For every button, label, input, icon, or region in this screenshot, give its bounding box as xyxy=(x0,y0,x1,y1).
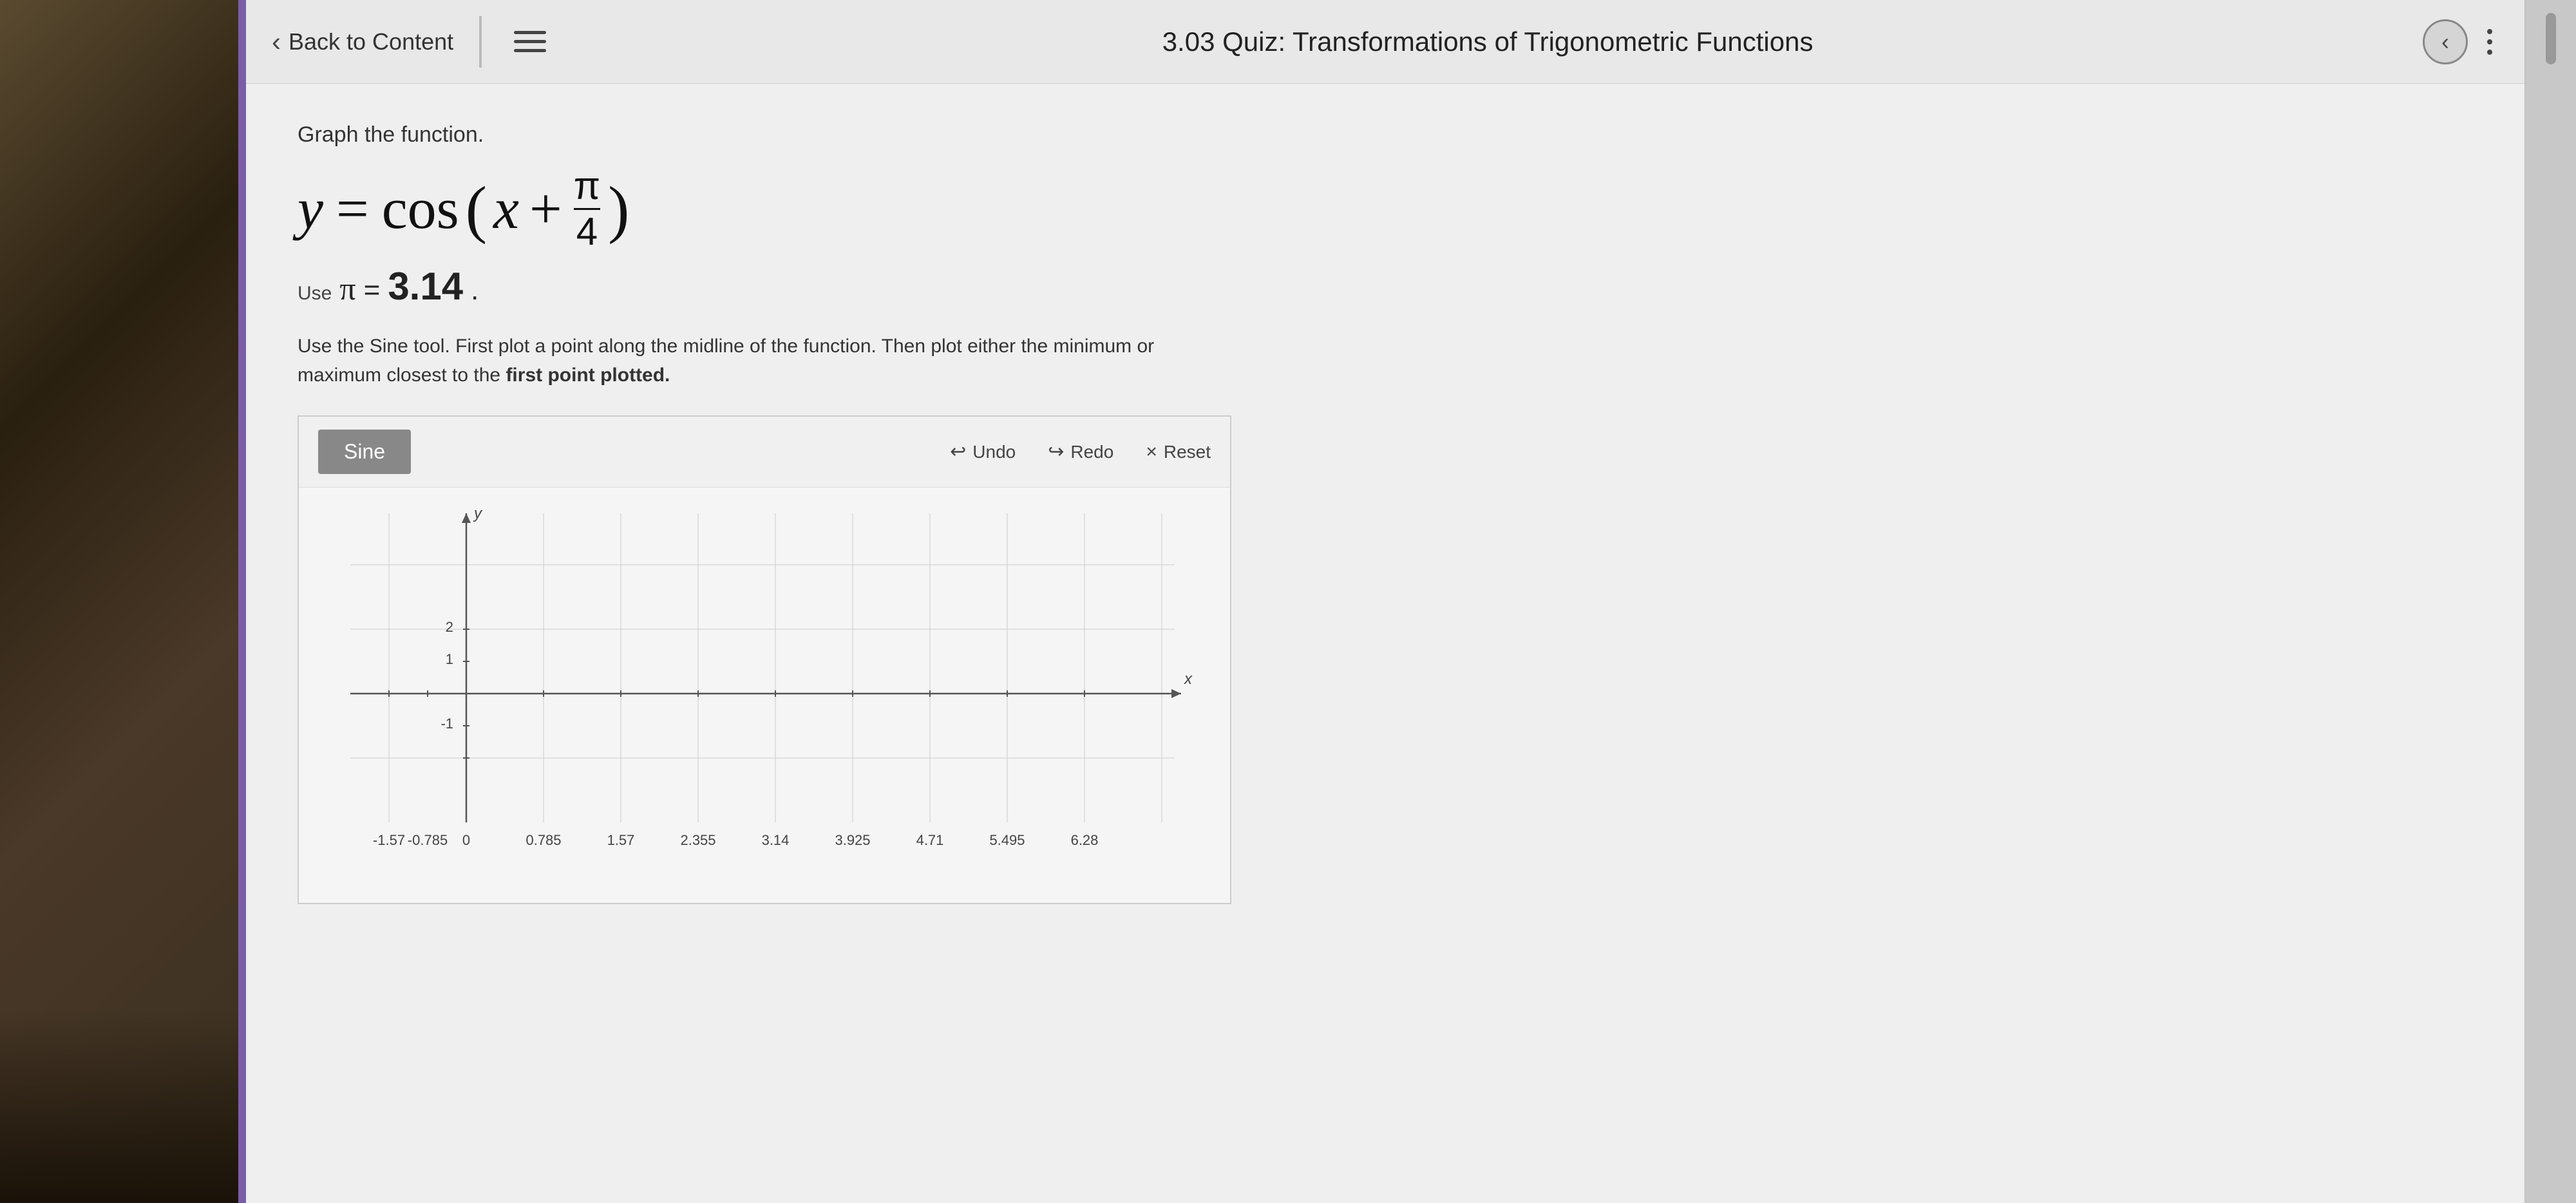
back-to-content-label: Back to Content xyxy=(289,28,453,55)
dot-2 xyxy=(2487,39,2492,44)
back-arrow-icon: ‹ xyxy=(272,26,281,57)
svg-text:2.355: 2.355 xyxy=(680,832,715,848)
hamburger-menu-button[interactable] xyxy=(507,24,553,59)
undo-label: Undo xyxy=(972,442,1016,462)
function-x: x xyxy=(493,175,519,244)
svg-text:3.925: 3.925 xyxy=(835,832,870,848)
reset-icon: × xyxy=(1146,441,1157,463)
reset-button[interactable]: × Reset xyxy=(1146,441,1211,463)
pi-value-line: Use π = 3.14 . xyxy=(298,264,2473,308)
sine-tool-button[interactable]: Sine xyxy=(318,430,411,474)
right-scrollbar-panel xyxy=(2524,0,2576,1203)
pi-period: . xyxy=(471,274,478,307)
more-options-button[interactable] xyxy=(2481,23,2499,61)
plus-sign: + xyxy=(529,175,562,244)
pi-symbol: π xyxy=(339,270,355,307)
nav-left-icon: ‹ xyxy=(2441,28,2449,55)
instructions-bold: first point plotted. xyxy=(506,365,670,386)
dot-3 xyxy=(2487,50,2492,55)
scrollbar-thumb[interactable] xyxy=(2546,13,2556,64)
content-area: Graph the function. y = cos ( x + π 4 ) … xyxy=(246,84,2524,1203)
svg-text:-1: -1 xyxy=(440,715,453,732)
fraction-denominator: 4 xyxy=(576,210,598,251)
svg-text:0: 0 xyxy=(462,832,470,848)
header: ‹ Back to Content 3.03 Quiz: Transformat… xyxy=(246,0,2524,84)
toolbar-actions: ↩ Undo ↪ Redo × Reset xyxy=(950,440,1211,463)
hamburger-line-1 xyxy=(514,31,546,34)
pi-decimal-value: 3.14 xyxy=(388,264,463,308)
open-paren: ( xyxy=(466,171,487,248)
svg-text:x: x xyxy=(1184,670,1193,688)
coordinate-graph[interactable]: -1.57 -0.785 0 0.785 1.57 2.355 3.14 3.9… xyxy=(312,500,1200,874)
nav-right-controls: ‹ xyxy=(2423,19,2499,64)
svg-text:-1.57: -1.57 xyxy=(373,832,405,848)
function-y: y xyxy=(298,175,323,244)
back-to-content-button[interactable]: ‹ Back to Content xyxy=(272,26,453,57)
dot-1 xyxy=(2487,29,2492,34)
svg-text:3.14: 3.14 xyxy=(762,832,790,848)
use-label: Use xyxy=(298,283,332,305)
function-display: y = cos ( x + π 4 ) xyxy=(298,167,2473,251)
svg-text:-0.785: -0.785 xyxy=(408,832,448,848)
question-instruction: Graph the function. xyxy=(298,122,2473,147)
purple-border xyxy=(238,0,246,1203)
pi-fraction: π 4 xyxy=(574,167,600,251)
undo-icon: ↩ xyxy=(950,440,966,463)
svg-text:4.71: 4.71 xyxy=(916,832,944,848)
redo-icon: ↪ xyxy=(1048,440,1064,463)
graph-svg-area[interactable]: -1.57 -0.785 0 0.785 1.57 2.355 3.14 3.9… xyxy=(299,488,1230,903)
svg-text:1.57: 1.57 xyxy=(607,832,635,848)
svg-text:6.28: 6.28 xyxy=(1071,832,1099,848)
svg-text:2: 2 xyxy=(446,619,453,635)
quiz-title: 3.03 Quiz: Transformations of Trigonomet… xyxy=(553,26,2423,57)
left-decorative-panel xyxy=(0,0,238,1203)
graph-instructions: Use the Sine tool. First plot a point al… xyxy=(298,332,1199,390)
equals-pi: = xyxy=(364,274,381,307)
undo-button[interactable]: ↩ Undo xyxy=(950,440,1016,463)
svg-text:y: y xyxy=(473,505,483,522)
svg-text:1: 1 xyxy=(446,651,453,667)
graph-toolbar: Sine ↩ Undo ↪ Redo × Reset xyxy=(299,417,1230,488)
redo-label: Redo xyxy=(1070,442,1113,462)
hamburger-line-3 xyxy=(514,49,546,52)
close-paren: ) xyxy=(608,171,629,248)
header-divider xyxy=(479,16,482,68)
redo-button[interactable]: ↪ Redo xyxy=(1048,440,1113,463)
svg-text:5.495: 5.495 xyxy=(989,832,1025,848)
main-area: ‹ Back to Content 3.03 Quiz: Transformat… xyxy=(246,0,2524,1203)
graph-container: Sine ↩ Undo ↪ Redo × Reset xyxy=(298,415,1231,904)
svg-text:0.785: 0.785 xyxy=(526,832,561,848)
equals-sign: = xyxy=(336,175,369,244)
cos-text: cos xyxy=(382,175,459,244)
hamburger-line-2 xyxy=(514,40,546,43)
nav-left-button[interactable]: ‹ xyxy=(2423,19,2468,64)
reset-label: Reset xyxy=(1164,442,1211,462)
fraction-numerator: π xyxy=(574,167,600,210)
